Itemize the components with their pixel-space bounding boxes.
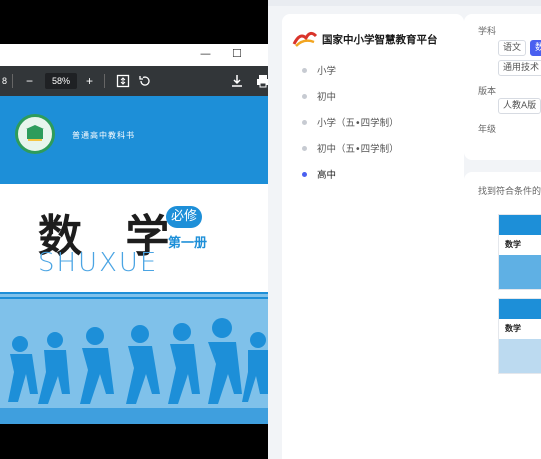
nav-item-primary[interactable]: 小学 <box>302 62 336 78</box>
nav-item-label: 初中 <box>317 92 337 103</box>
subject-chip-tech[interactable]: 通用技术 <box>498 60 541 76</box>
nav-item-junior[interactable]: 初中 <box>302 88 336 104</box>
nav-item-junior-54[interactable]: 初中（五•四学制） <box>302 140 399 156</box>
toolbar-divider <box>12 74 13 88</box>
page-number[interactable]: 8 <box>2 73 7 89</box>
nav-bullet <box>302 145 307 151</box>
platform-name: 国家中小学智慧教育平台 <box>322 33 438 46</box>
subject-label: 学科 <box>478 27 497 37</box>
page-top-bar <box>268 0 541 6</box>
publisher-logo-icon <box>15 114 55 154</box>
zoom-level-input[interactable]: 58% <box>45 73 77 89</box>
pdf-viewer: — ☐ 8 − 58% + 普通高中教科书 数 学 SHUXUE 必修 第一册 <box>0 0 268 459</box>
nav-bullet <box>302 67 307 73</box>
nav-item-label: 小学 <box>317 66 337 77</box>
results-panel: 找到符合条件的 数学 数学 <box>464 172 541 459</box>
nav-bullet-active <box>302 171 307 177</box>
zoom-out-button[interactable]: − <box>26 73 33 89</box>
nav-item-label: 高中 <box>317 170 337 181</box>
pdf-page: 普通高中教科书 数 学 SHUXUE 必修 第一册 <box>0 96 268 424</box>
thumbnail-header <box>499 215 541 235</box>
maximize-icon[interactable]: ☐ <box>232 47 242 61</box>
thumbnail-title: 数学 <box>505 324 521 333</box>
edition-label: 版本 <box>478 87 497 97</box>
filter-panel: 学科 语文 数 通用技术 版本 人教A版 年级 <box>464 14 541 160</box>
textbook-thumbnail[interactable]: 数学 <box>498 214 541 290</box>
pdf-window-titlebar: — ☐ <box>0 44 268 66</box>
book-series: 普通高中教科书 <box>72 131 135 140</box>
subject-chip-math[interactable]: 数 <box>530 40 541 56</box>
stage-sidebar: 国家中小学智慧教育平台 小学 初中 小学（五•四学制） 初中（五•四学制） 高中 <box>282 14 464 459</box>
nav-item-label: 初中（五•四学制） <box>317 144 399 155</box>
thumbnail-title: 数学 <box>505 240 521 249</box>
zoom-in-button[interactable]: + <box>86 73 93 89</box>
book-title-pinyin: SHUXUE <box>38 248 159 278</box>
thumbnail-header <box>499 299 541 319</box>
thumbnail-image <box>499 339 541 373</box>
fit-page-icon[interactable] <box>116 74 130 92</box>
nav-bullet <box>302 119 307 125</box>
download-icon[interactable] <box>230 74 244 92</box>
runners-silhouette <box>0 318 268 424</box>
book-volume: 第一册 <box>168 236 208 251</box>
rotate-icon[interactable] <box>138 74 152 92</box>
book-cover-illustration <box>0 292 268 424</box>
grade-label: 年级 <box>478 125 497 135</box>
nav-item-primary-54[interactable]: 小学（五•四学制） <box>302 114 399 130</box>
platform-logo-icon <box>292 28 318 50</box>
results-count-label: 找到符合条件的 <box>478 187 541 197</box>
subject-chip-chinese[interactable]: 语文 <box>498 40 527 56</box>
print-icon[interactable] <box>256 74 268 92</box>
toolbar-divider <box>104 74 105 88</box>
screen: — ☐ 8 − 58% + 普通高中教科书 数 学 SHUXUE 必修 第一册 … <box>0 0 541 459</box>
nav-item-label: 小学（五•四学制） <box>317 118 399 129</box>
pdf-viewer-footer <box>0 424 268 459</box>
platform-page: 国家中小学智慧教育平台 小学 初中 小学（五•四学制） 初中（五•四学制） 高中 <box>268 0 541 459</box>
book-cover-header: 普通高中教科书 <box>0 96 268 184</box>
edition-chip-renjiao-a[interactable]: 人教A版 <box>498 98 541 114</box>
minimize-icon[interactable]: — <box>200 47 211 61</box>
pdf-toolbar: 8 − 58% + <box>0 66 268 96</box>
thumbnail-image <box>499 255 541 289</box>
required-tag: 必修 <box>166 206 203 228</box>
platform-brand[interactable]: 国家中小学智慧教育平台 <box>292 26 438 52</box>
nav-bullet <box>302 93 307 99</box>
nav-item-senior[interactable]: 高中 <box>302 166 336 182</box>
textbook-thumbnail[interactable]: 数学 <box>498 298 541 374</box>
